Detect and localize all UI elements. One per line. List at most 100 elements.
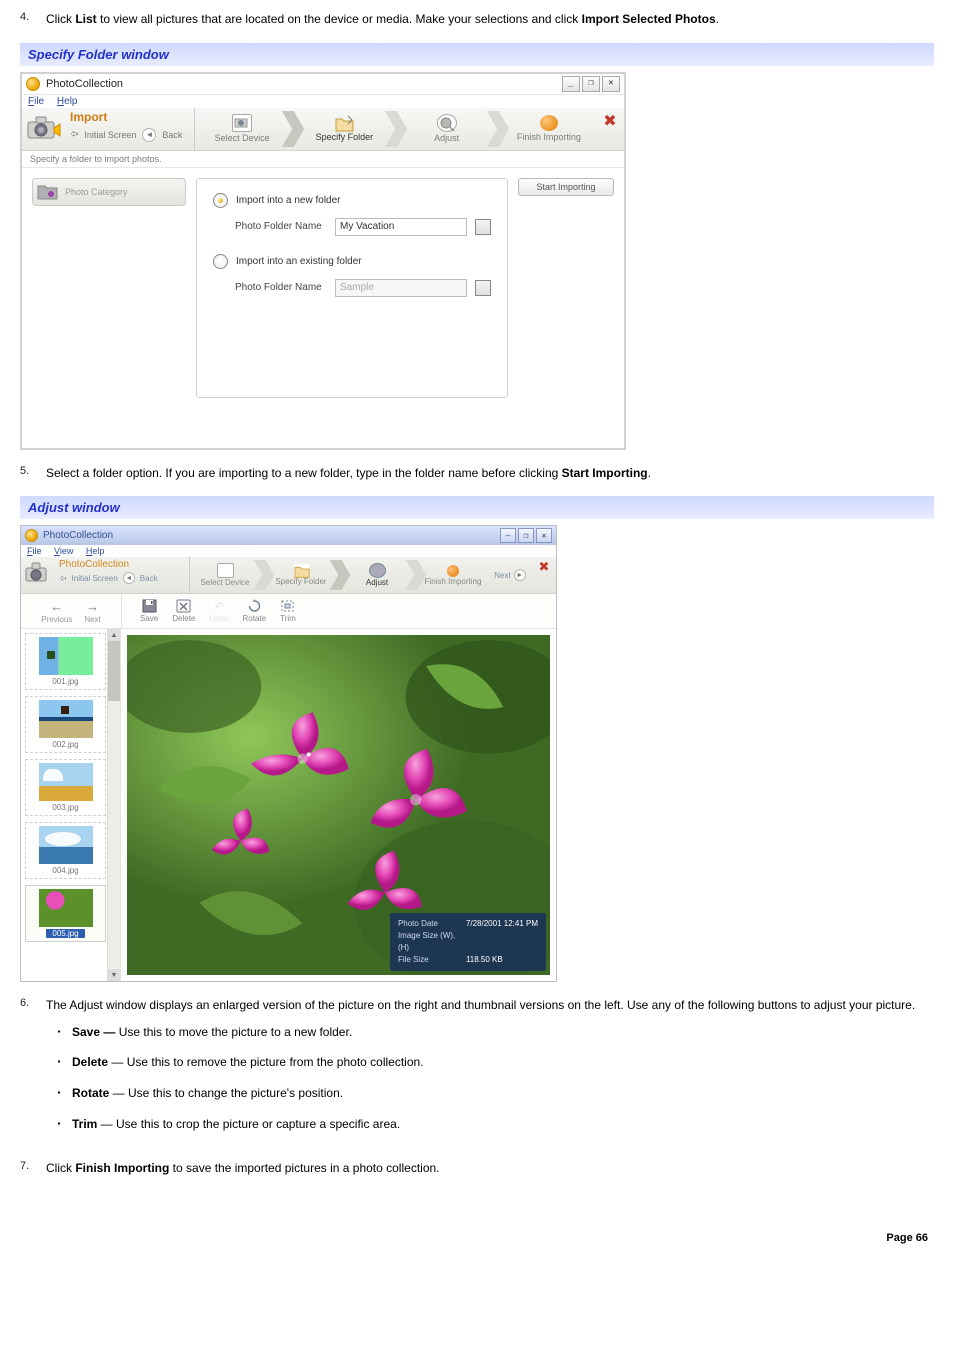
step-4: 4. Click List to view all pictures that … (20, 10, 934, 29)
step-finish-importing[interactable]: Finish Importing (420, 565, 486, 586)
close-icon: ✖ (603, 111, 616, 131)
menu-bar: File Help (22, 95, 624, 108)
folder-name-input[interactable]: My Vacation (335, 218, 467, 236)
menu-file[interactable]: File (27, 546, 42, 556)
adjust-window-heading: Adjust window (20, 496, 934, 519)
delete-button[interactable]: Delete (172, 599, 195, 623)
thumbnail-caption: 004.jpg (52, 866, 78, 875)
thumbnail-caption: 003.jpg (52, 803, 78, 812)
step-select-device[interactable]: Select Device (197, 114, 287, 143)
radio-new-folder[interactable] (213, 193, 228, 208)
save-icon (142, 599, 157, 613)
back-button[interactable]: ◄ (123, 572, 135, 584)
import-block: Import ➪ Initial Screen ◄ Back (22, 108, 195, 150)
step-specify-folder[interactable]: Specify Folder (268, 564, 334, 586)
menu-file[interactable]: File (28, 96, 44, 107)
nav-next[interactable]: → Next (84, 599, 100, 624)
thumbnail-image (39, 763, 93, 801)
close-tool[interactable]: ✖ (532, 557, 556, 593)
import-block: PhotoCollection ➪ Initial Screen ◄ Back (21, 557, 190, 593)
step-adjust[interactable]: Adjust (402, 114, 492, 143)
step-adjust[interactable]: Adjust (344, 563, 410, 587)
thumbnail-item[interactable]: 003.jpg (25, 759, 106, 816)
folder-icon (294, 564, 309, 577)
close-button[interactable]: ✕ (602, 76, 620, 92)
scroll-down-icon: ▼ (108, 969, 120, 981)
maximize-button[interactable]: ❐ (518, 528, 534, 543)
bullet-icon: ▪ (46, 1023, 72, 1038)
step-select-device[interactable]: Select Device (192, 563, 258, 587)
menu-help[interactable]: Help (57, 96, 78, 107)
maximize-button[interactable]: ❐ (582, 76, 600, 92)
wizard-steps: Select Device Specify Folder Adjust (190, 557, 488, 593)
thumbnail-image (39, 637, 93, 675)
minimize-button[interactable]: _ (562, 76, 580, 92)
browse-button[interactable] (475, 219, 491, 235)
sub-trim: ▪ Trim — Use this to crop the picture or… (46, 1115, 934, 1134)
menu-view[interactable]: View (54, 546, 73, 556)
minimize-button[interactable]: – (500, 528, 516, 543)
scroll-up-icon: ▲ (108, 629, 120, 641)
menu-help[interactable]: Help (86, 546, 105, 556)
category-label: Photo Category (65, 187, 128, 197)
main-area: 001.jpg 002.jpg 003.jpg 004.jpg 005.jpg (21, 629, 556, 981)
delete-icon (176, 599, 191, 613)
specify-folder-heading: Specify Folder window (20, 43, 934, 66)
step-5-number: 5. (20, 464, 46, 477)
initial-screen-link[interactable]: Initial Screen (72, 574, 118, 583)
thumbnail-item[interactable]: 002.jpg (25, 696, 106, 753)
select-device-icon (217, 563, 234, 578)
meta-size-label: Image Size (W), (H) (398, 930, 456, 954)
back-label: Back (140, 574, 158, 583)
trim-button[interactable]: Trim (280, 599, 296, 623)
photo-category-card[interactable]: Photo Category (32, 178, 186, 206)
step-5-text: Select a folder option. If you are impor… (46, 464, 934, 483)
step-specify-folder[interactable]: Specify Folder (299, 115, 389, 142)
close-icon: ✖ (539, 559, 550, 575)
meta-date-label: Photo Date (398, 918, 456, 930)
window-title: PhotoCollection (43, 530, 500, 541)
wizard-steps: Select Device Specify Folder Adjust (195, 108, 596, 150)
folder-name-input-disabled: Sample (335, 279, 467, 297)
meta-filesize-value: 118.50 KB (466, 954, 503, 966)
step-finish-importing[interactable]: Finish Importing (504, 115, 594, 142)
import-label: PhotoCollection (59, 559, 189, 570)
select-device-icon (232, 114, 252, 132)
arrow-right-icon: → (86, 599, 99, 614)
import-label: Import (70, 110, 194, 124)
sub-delete: ▪ Delete — Use this to remove the pictur… (46, 1053, 934, 1072)
step-6-text: The Adjust window displays an enlarged v… (46, 996, 934, 1145)
close-tool[interactable]: ✖ (596, 108, 624, 150)
save-button[interactable]: Save (140, 599, 158, 623)
thumbnail-item-selected[interactable]: 005.jpg (25, 885, 106, 942)
thumbnail-item[interactable]: 001.jpg (25, 633, 106, 690)
camera-icon (24, 560, 54, 588)
next-arrow-icon: ► (514, 569, 526, 581)
thumbnail-item[interactable]: 004.jpg (25, 822, 106, 879)
nav-previous[interactable]: ← Previous (41, 599, 72, 624)
step-4-text: Click List to view all pictures that are… (46, 10, 934, 29)
start-importing-button[interactable]: Start Importing (518, 178, 614, 196)
rotate-button[interactable]: Rotate (242, 599, 266, 623)
radio-existing-folder[interactable] (213, 254, 228, 269)
sub-save: ▪ Save — Use this to move the picture to… (46, 1023, 934, 1042)
close-button[interactable]: ✕ (536, 528, 552, 543)
app-icon (26, 77, 40, 91)
step-4-number: 4. (20, 10, 46, 23)
folder-name-label: Photo Folder Name (235, 221, 327, 232)
tools: Save Delete ↶ Undo Rotate (122, 594, 556, 628)
thumbnail-image (39, 889, 93, 927)
initial-screen-link[interactable]: Initial Screen (84, 130, 136, 140)
next-button[interactable]: Next ► (488, 557, 532, 593)
step-7-number: 7. (20, 1159, 46, 1172)
app-icon (25, 529, 38, 542)
adjust-window: PhotoCollection – ❐ ✕ File View Help (20, 525, 557, 982)
bullet-icon: ▪ (46, 1053, 72, 1068)
back-label: Back (162, 130, 182, 140)
meta-date-value: 7/28/2001 12:41 PM (466, 918, 538, 930)
scroll-thumb[interactable] (108, 641, 120, 701)
back-button[interactable]: ◄ (142, 128, 156, 142)
undo-icon: ↶ (211, 599, 226, 613)
window-controls: – ❐ ✕ (500, 528, 552, 543)
scrollbar[interactable]: ▲ ▼ (107, 629, 120, 981)
